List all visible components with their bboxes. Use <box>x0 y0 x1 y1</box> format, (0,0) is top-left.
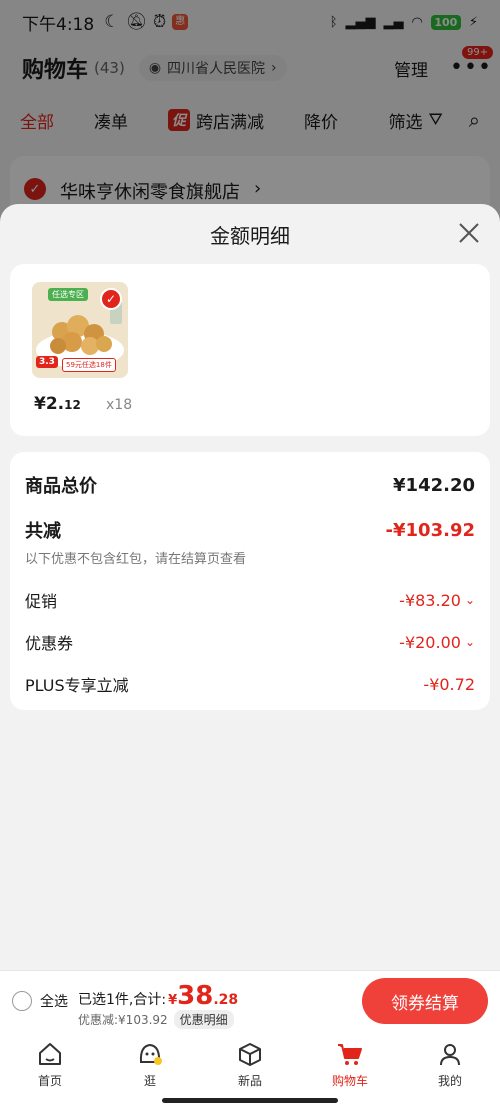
thumb-promo: 59元任选18件 <box>62 358 116 372</box>
checkout-button[interactable]: 领券结算 <box>362 978 488 1024</box>
chevron-down-icon: ⌄ <box>464 593 475 607</box>
item-check-icon[interactable]: ✓ <box>100 288 122 310</box>
user-icon <box>440 1044 460 1066</box>
select-all-radio[interactable] <box>12 991 32 1011</box>
sum-decimal: .28 <box>213 992 239 1008</box>
tabbar-home-label: 首页 <box>37 1074 62 1088</box>
item-price-main: ¥2. <box>34 394 65 414</box>
browse-mascot-icon <box>139 1043 162 1065</box>
total-row: 商品总价 ¥142.20 <box>25 472 475 498</box>
box-icon <box>239 1043 261 1066</box>
coupon-value-wrap: -¥20.00 ⌄ <box>399 633 475 652</box>
close-icon[interactable] <box>456 220 482 246</box>
thumb-price: 3.3 <box>36 356 58 368</box>
promo-row[interactable]: 促销 -¥83.20 ⌄ <box>25 588 475 612</box>
item-price-decimal: 12 <box>64 398 81 412</box>
total-label: 商品总价 <box>25 476 97 497</box>
reduce-value: -¥103.92 <box>385 519 475 541</box>
tabbar-mine[interactable]: 我的 <box>400 1032 500 1111</box>
product-card: 任选专区 ✓ 3.3 59元任选18件 ¥2.12 x18 <box>10 264 490 436</box>
item-price: ¥2.12 <box>34 394 81 414</box>
thumb-label: 任选专区 <box>48 288 88 301</box>
promo-label: 促销 <box>25 592 58 611</box>
product-thumbnail[interactable]: 任选专区 ✓ 3.3 59元任选18件 <box>32 282 128 378</box>
selected-summary: 已选1件,合计: ¥ 38 .28 <box>78 981 239 1011</box>
promo-value: -¥83.20 <box>399 590 461 610</box>
checkout-bar: 全选 已选1件,合计: ¥ 38 .28 优惠减:¥103.92 优惠明细 领券… <box>0 970 500 1032</box>
reduce-label: 共减 <box>25 521 61 542</box>
select-all[interactable]: 全选 <box>12 991 68 1011</box>
tabbar-new-label: 新品 <box>237 1074 262 1088</box>
select-all-label: 全选 <box>40 994 68 1010</box>
promo-value-wrap: -¥83.20 ⌄ <box>399 591 475 610</box>
reduce-row: 共减 -¥103.92 <box>25 517 475 543</box>
home-indicator[interactable] <box>162 1098 338 1103</box>
tabbar-home[interactable]: 首页 <box>0 1032 100 1111</box>
plus-label: PLUS专享立减 <box>25 676 129 695</box>
tabbar-mine-label: 我的 <box>437 1074 462 1088</box>
discount-note: 以下优惠不包含红包，请在结算页查看 <box>25 552 247 567</box>
tabbar-cart-label: 购物车 <box>331 1074 368 1088</box>
summary-card: 商品总价 ¥142.20 共减 -¥103.92 以下优惠不包含红包，请在结算页… <box>10 452 490 710</box>
sheet-title: 金额明细 <box>210 224 290 248</box>
home-icon <box>39 1043 61 1065</box>
selected-text: 已选1件,合计: <box>78 992 167 1008</box>
discount-line: 优惠减:¥103.92 优惠明细 <box>78 1010 234 1029</box>
discount-detail-button[interactable]: 优惠明细 <box>173 1010 234 1029</box>
coupon-label: 优惠券 <box>25 634 74 653</box>
sum-integer: 38 <box>177 981 214 1011</box>
coupon-value: -¥20.00 <box>399 632 461 652</box>
plus-value: -¥0.72 <box>423 674 475 694</box>
sum-currency: ¥ <box>168 993 178 1008</box>
total-value: ¥142.20 <box>393 474 475 496</box>
item-quantity: x18 <box>106 397 133 413</box>
coupon-row[interactable]: 优惠券 -¥20.00 ⌄ <box>25 630 475 654</box>
tabbar-browse-label: 逛 <box>143 1074 156 1088</box>
plus-row: PLUS专享立减 -¥0.72 <box>25 672 475 696</box>
cart-icon <box>338 1044 362 1065</box>
chevron-down-icon: ⌄ <box>464 635 475 649</box>
amount-detail-sheet: 金额明细 任选专区 ✓ 3.3 59元任选18件 ¥2.12 x18 商品总价 … <box>0 204 500 970</box>
discount-text: 优惠减:¥103.92 <box>78 1013 168 1027</box>
